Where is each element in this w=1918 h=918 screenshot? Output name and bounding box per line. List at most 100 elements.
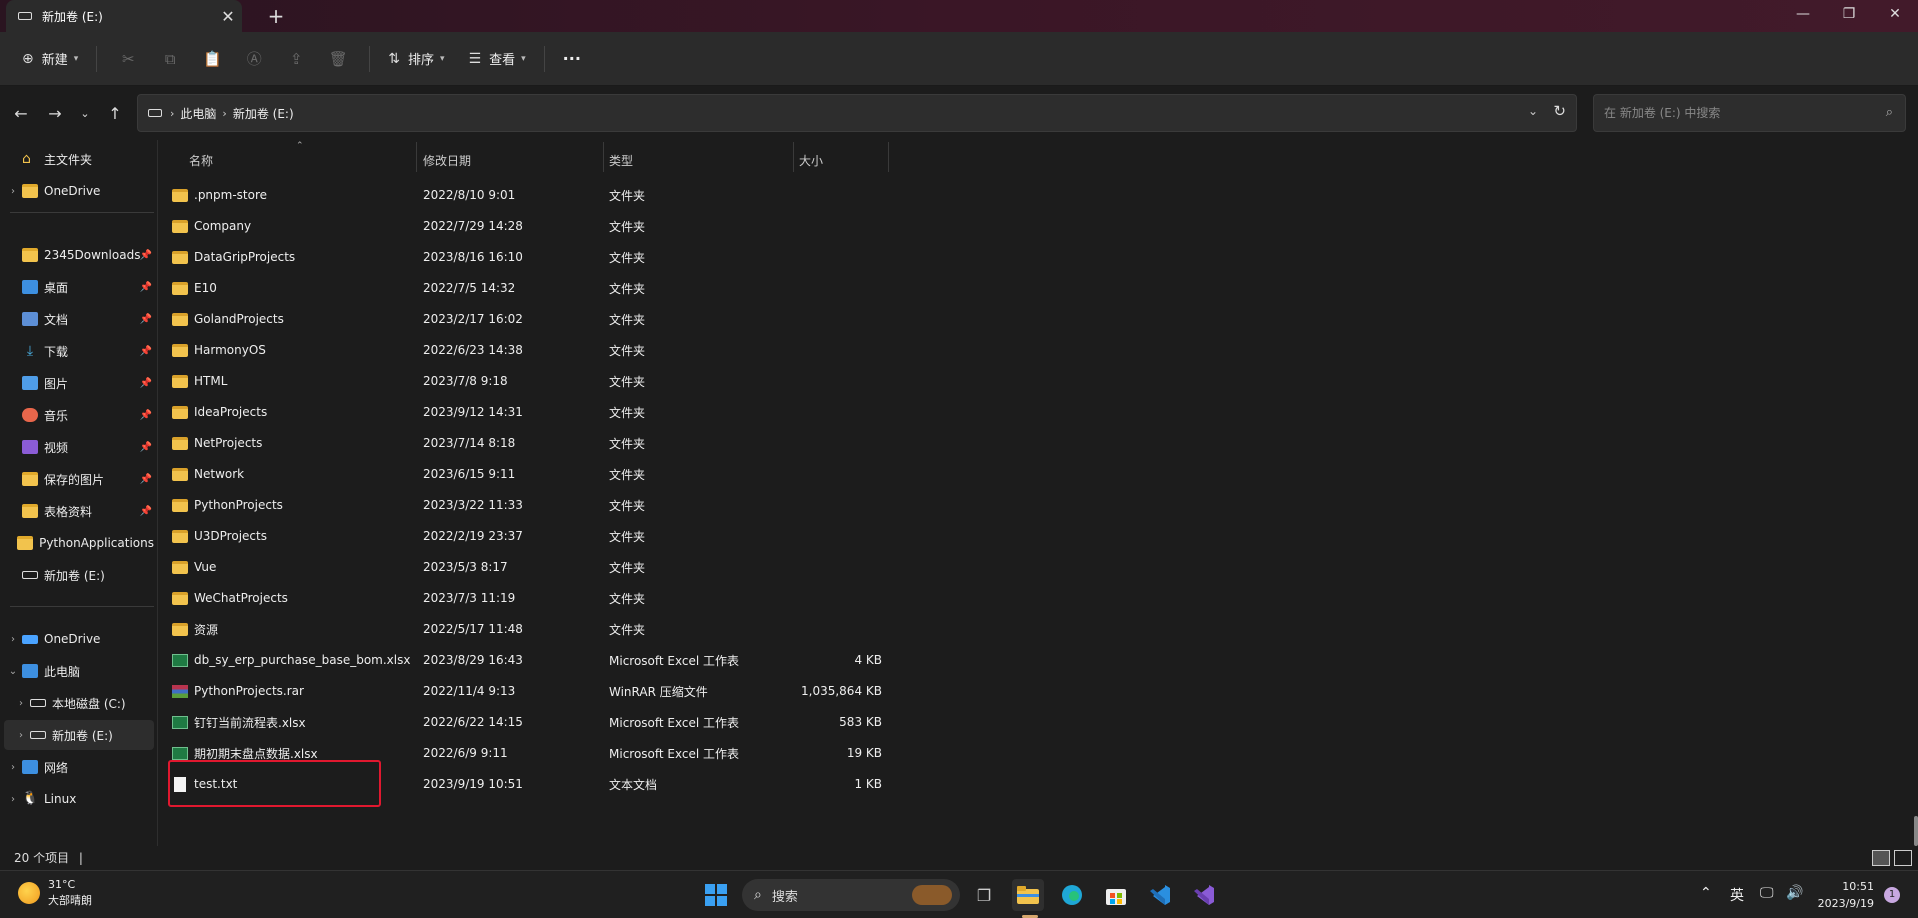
- column-header-name[interactable]: 名称: [189, 145, 213, 175]
- sidebar-item-desktop[interactable]: 桌面 📌: [4, 272, 154, 302]
- file-row[interactable]: PythonProjects 2023/3/22 11:33 文件夹: [172, 490, 1042, 520]
- file-name-cell[interactable]: db_sy_erp_purchase_base_bom.xlsx: [172, 653, 410, 667]
- expand-chevron-icon[interactable]: ›: [4, 762, 22, 773]
- vscode-icon[interactable]: [1144, 879, 1176, 911]
- sidebar-item-saved-pictures[interactable]: 保存的图片 📌: [4, 464, 154, 494]
- taskbar-search[interactable]: ⌕ 搜索: [742, 879, 960, 911]
- expand-chevron-icon[interactable]: ›: [4, 186, 22, 197]
- file-name-cell[interactable]: 钉钉当前流程表.xlsx: [172, 714, 306, 731]
- sidebar-item-documents[interactable]: 文档 📌: [4, 304, 154, 334]
- large-icons-view-icon[interactable]: [1894, 850, 1912, 866]
- collapse-chevron-icon[interactable]: ⌄: [4, 666, 22, 677]
- tab-close-icon[interactable]: ✕: [214, 7, 242, 26]
- column-header-type[interactable]: 类型: [609, 145, 633, 175]
- file-name-cell[interactable]: GolandProjects: [172, 312, 284, 326]
- file-name-cell[interactable]: WeChatProjects: [172, 591, 288, 605]
- sidebar-item-2345downloads[interactable]: 2345Downloads 📌: [4, 240, 154, 270]
- file-row[interactable]: Company 2022/7/29 14:28 文件夹: [172, 211, 1042, 241]
- file-row[interactable]: HarmonyOS 2022/6/23 14:38 文件夹: [172, 335, 1042, 365]
- breadcrumb-chevron-icon[interactable]: ›: [222, 107, 226, 120]
- back-arrow-icon[interactable]: ←: [7, 100, 35, 128]
- pin-icon[interactable]: 📌: [140, 282, 152, 293]
- share-icon[interactable]: ⇪: [279, 42, 313, 76]
- task-view-icon[interactable]: ❐: [968, 879, 1000, 911]
- file-name-cell[interactable]: .pnpm-store: [172, 188, 267, 202]
- sidebar-item-onedrive[interactable]: › OneDrive: [4, 176, 154, 206]
- file-row[interactable]: E10 2022/7/5 14:32 文件夹: [172, 273, 1042, 303]
- edge-browser-icon[interactable]: [1056, 879, 1088, 911]
- file-name-cell[interactable]: HTML: [172, 374, 227, 388]
- pin-icon[interactable]: 📌: [140, 378, 152, 389]
- network-status-icon[interactable]: 🖵: [1760, 885, 1774, 901]
- file-row[interactable]: Network 2023/6/15 9:11 文件夹: [172, 459, 1042, 489]
- scrollbar[interactable]: [1914, 816, 1918, 846]
- search-box[interactable]: ⌕: [1593, 94, 1906, 132]
- file-row[interactable]: NetProjects 2023/7/14 8:18 文件夹: [172, 428, 1042, 458]
- file-row[interactable]: 期初期末盘点数据.xlsx 2022/6/9 9:11 Microsoft Exce…: [172, 738, 1042, 768]
- file-name-cell[interactable]: test.txt: [172, 776, 237, 792]
- file-row[interactable]: test.txt 2023/9/19 10:51 文本文档 1 KB: [172, 769, 1042, 799]
- pin-icon[interactable]: 📌: [140, 410, 152, 421]
- sidebar-item-videos[interactable]: 视频 📌: [4, 432, 154, 462]
- tab-current[interactable]: 新加卷 (E:) ✕: [6, 0, 242, 32]
- expand-chevron-icon[interactable]: ›: [12, 698, 30, 709]
- close-window-button[interactable]: ✕: [1872, 0, 1918, 30]
- more-options-button[interactable]: ···: [555, 42, 589, 76]
- up-arrow-icon[interactable]: ↑: [101, 100, 129, 128]
- expand-chevron-icon[interactable]: ›: [4, 634, 22, 645]
- file-name-cell[interactable]: U3DProjects: [172, 529, 267, 543]
- file-row[interactable]: db_sy_erp_purchase_base_bom.xlsx 2023/8/2…: [172, 645, 1042, 675]
- maximize-button[interactable]: ❐: [1826, 0, 1872, 30]
- sidebar-item-drive-e-quick[interactable]: 新加卷 (E:): [4, 560, 154, 590]
- delete-icon[interactable]: 🗑: [321, 42, 355, 76]
- file-row[interactable]: WeChatProjects 2023/7/3 11:19 文件夹: [172, 583, 1042, 613]
- file-name-cell[interactable]: Vue: [172, 560, 216, 574]
- file-name-cell[interactable]: Network: [172, 467, 244, 481]
- sidebar-item-home[interactable]: ⌂ 主文件夹: [4, 144, 154, 174]
- file-name-cell[interactable]: Company: [172, 219, 251, 233]
- file-row[interactable]: 资源 2022/5/17 11:48 文件夹: [172, 614, 1042, 644]
- start-icon[interactable]: [700, 879, 732, 911]
- breadcrumb-drive-e[interactable]: 新加卷 (E:): [233, 105, 294, 122]
- file-row[interactable]: .pnpm-store 2022/8/10 9:01 文件夹: [172, 180, 1042, 210]
- search-input[interactable]: [1604, 106, 1874, 120]
- column-header-date[interactable]: 修改日期: [423, 145, 471, 175]
- cut-icon[interactable]: ✂: [111, 42, 145, 76]
- system-clock[interactable]: 10:51 2023/9/19: [1812, 878, 1874, 912]
- file-row[interactable]: U3DProjects 2022/2/19 23:37 文件夹: [172, 521, 1042, 551]
- file-name-cell[interactable]: DataGripProjects: [172, 250, 295, 264]
- file-name-cell[interactable]: PythonProjects: [172, 498, 283, 512]
- sidebar-item-drive-c[interactable]: › 本地磁盘 (C:): [4, 688, 154, 718]
- pin-icon[interactable]: 📌: [140, 474, 152, 485]
- rename-icon[interactable]: Ⓐ: [237, 42, 271, 76]
- microsoft-store-icon[interactable]: [1100, 879, 1132, 911]
- file-row[interactable]: Vue 2023/5/3 8:17 文件夹: [172, 552, 1042, 582]
- pin-icon[interactable]: 📌: [140, 346, 152, 357]
- column-header-size[interactable]: 大小: [799, 145, 823, 175]
- paste-icon[interactable]: 📋: [195, 42, 229, 76]
- show-hidden-icons-chevron-icon[interactable]: ⌃: [1700, 885, 1712, 901]
- copy-icon[interactable]: ⧉: [153, 42, 187, 76]
- file-row[interactable]: GolandProjects 2023/2/17 16:02 文件夹: [172, 304, 1042, 334]
- file-name-cell[interactable]: 资源: [172, 621, 218, 638]
- new-tab-button[interactable]: +: [262, 4, 290, 28]
- file-row[interactable]: IdeaProjects 2023/9/12 14:31 文件夹: [172, 397, 1042, 427]
- file-row[interactable]: DataGripProjects 2023/8/16 16:10 文件夹: [172, 242, 1042, 272]
- pin-icon[interactable]: 📌: [140, 250, 152, 261]
- volume-icon[interactable]: 🔊: [1786, 885, 1803, 901]
- pin-icon[interactable]: 📌: [140, 314, 152, 325]
- sidebar-item-downloads[interactable]: ⤓ 下载 📌: [4, 336, 154, 366]
- forward-arrow-icon[interactable]: →: [41, 100, 69, 128]
- file-explorer-icon[interactable]: [1012, 879, 1044, 911]
- file-row[interactable]: HTML 2023/7/8 9:18 文件夹: [172, 366, 1042, 396]
- refresh-icon[interactable]: ↻: [1553, 102, 1566, 120]
- new-button[interactable]: ⊕ 新建 ▾: [14, 42, 86, 76]
- file-name-cell[interactable]: E10: [172, 281, 217, 295]
- sort-button[interactable]: ⇅ 排序 ▾: [380, 42, 452, 76]
- sidebar-item-onedrive-cloud[interactable]: › OneDrive: [4, 624, 154, 654]
- column-divider[interactable]: [603, 142, 604, 172]
- notification-badge[interactable]: 1: [1884, 887, 1900, 903]
- address-history-chevron-icon[interactable]: ⌄: [1528, 104, 1538, 118]
- recent-chevron-icon[interactable]: ⌄: [71, 100, 99, 128]
- details-view-icon[interactable]: [1872, 850, 1890, 866]
